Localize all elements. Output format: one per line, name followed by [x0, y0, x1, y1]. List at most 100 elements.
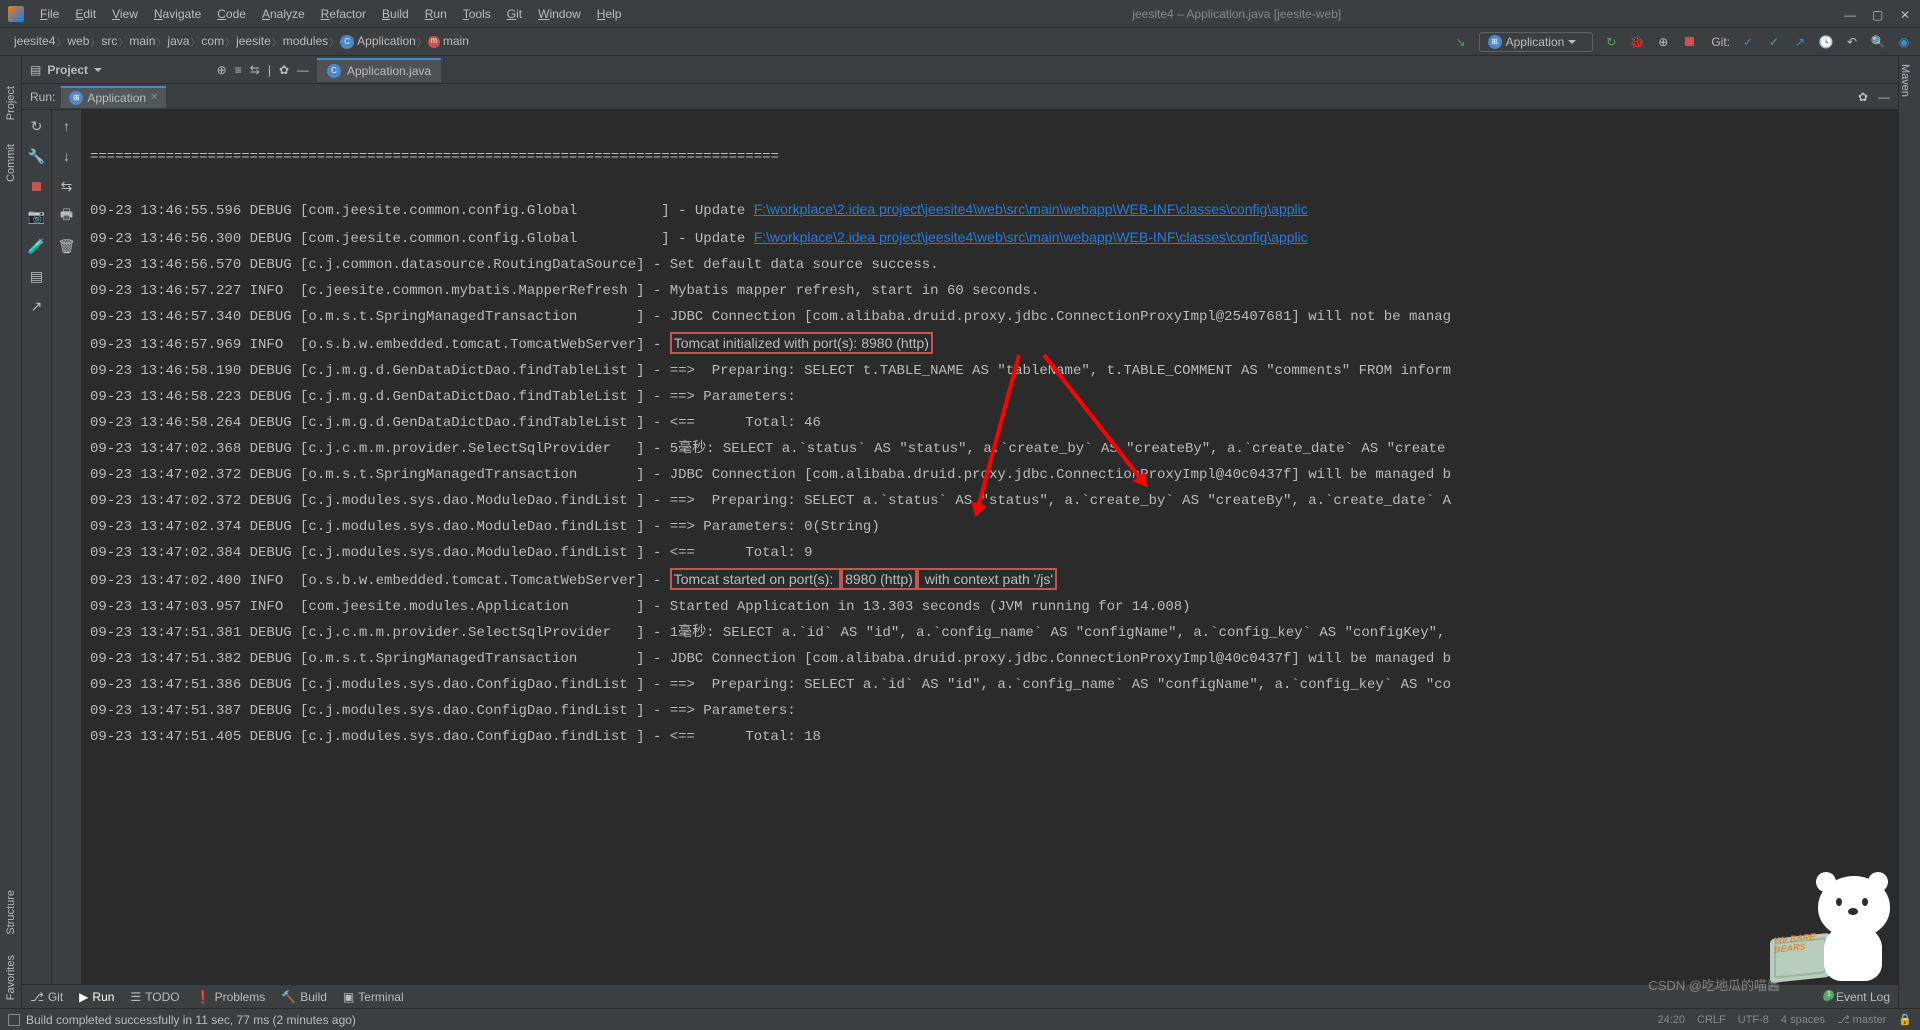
- git-commit-button[interactable]: ✓: [1766, 34, 1782, 50]
- stop-button[interactable]: [1681, 34, 1697, 50]
- breadcrumb-item[interactable]: main: [123, 34, 161, 49]
- tab-build[interactable]: 🔨 Build: [281, 990, 327, 1004]
- coverage-button[interactable]: ⊕: [1655, 34, 1671, 50]
- gear-icon[interactable]: ✿: [279, 63, 289, 77]
- favorites-tool-button[interactable]: Favorites: [5, 955, 17, 1000]
- commit-tool-button[interactable]: Commit: [5, 144, 17, 182]
- down-icon[interactable]: ↓: [57, 146, 77, 166]
- git-history-button[interactable]: 🕓: [1818, 34, 1834, 50]
- dropdown-icon[interactable]: [94, 68, 102, 72]
- maven-tool-button[interactable]: Maven: [1899, 64, 1911, 97]
- hide-icon[interactable]: —: [1878, 90, 1890, 104]
- menu-navigate[interactable]: Navigate: [146, 5, 209, 23]
- notification-badge: 1: [1822, 992, 1832, 1002]
- breadcrumb-item[interactable]: jeesite: [230, 34, 277, 49]
- editor-tab-strip: ▤ Project ⊕ ≡ ⇆ | ✿ — C Application.java: [22, 56, 1898, 84]
- layout-icon[interactable]: ▤: [27, 266, 47, 286]
- annotation-arrow: [1042, 354, 1144, 483]
- settings-button[interactable]: ◉: [1896, 34, 1912, 50]
- debug-button[interactable]: 🐞: [1629, 34, 1645, 50]
- lock-icon[interactable]: 🔒: [1898, 1013, 1912, 1026]
- menu-code[interactable]: Code: [209, 5, 254, 23]
- breadcrumb-item[interactable]: web: [61, 34, 95, 49]
- rerun-button[interactable]: ↻: [27, 116, 47, 136]
- tab-git[interactable]: ⎇ Git: [30, 990, 63, 1004]
- menu-git[interactable]: Git: [499, 5, 530, 23]
- breadcrumb-item[interactable]: src: [95, 34, 123, 49]
- run-tab[interactable]: ⊞ Application ✕: [61, 86, 166, 108]
- app-icon: ⊞: [1488, 35, 1502, 49]
- menu-refactor[interactable]: Refactor: [313, 5, 374, 23]
- tab-todo[interactable]: ☰ TODO: [130, 990, 179, 1004]
- breadcrumb-item[interactable]: java: [161, 34, 195, 49]
- up-icon[interactable]: ↑: [57, 116, 77, 136]
- close-button[interactable]: ✕: [1900, 8, 1912, 20]
- tools-button[interactable]: 🔧: [27, 146, 47, 166]
- menu-run[interactable]: Run: [417, 5, 455, 23]
- build-button[interactable]: ↘: [1453, 34, 1469, 50]
- stop-button[interactable]: [27, 176, 47, 196]
- git-rollback-button[interactable]: ↶: [1844, 34, 1860, 50]
- menu-window[interactable]: Window: [530, 5, 589, 23]
- folder-icon: ▤: [30, 63, 41, 77]
- menu-edit[interactable]: Edit: [67, 5, 104, 23]
- locate-icon[interactable]: ⊕: [217, 63, 227, 77]
- search-everywhere-button[interactable]: 🔍: [1870, 34, 1886, 50]
- console-output[interactable]: ========================================…: [82, 110, 1898, 1008]
- minimize-button[interactable]: —: [1844, 8, 1856, 20]
- watermark: CSDN @吃地瓜的喵酱: [1648, 975, 1780, 994]
- trash-icon[interactable]: 🗑: [57, 236, 77, 256]
- git-update-button[interactable]: ✓: [1740, 34, 1756, 50]
- menu-view[interactable]: View: [104, 5, 146, 23]
- navigation-bar: jeesite4websrcmainjavacomjeesitemodulesC…: [0, 28, 1920, 56]
- git-push-button[interactable]: ↗: [1792, 34, 1808, 50]
- project-panel-title: Project: [47, 63, 88, 77]
- menu-help[interactable]: Help: [589, 5, 630, 23]
- tab-terminal[interactable]: ▣ Terminal: [343, 990, 404, 1004]
- bottom-tool-tabs: ⎇ Git ▶ Run ☰ TODO ❗ Problems 🔨 Build ▣ …: [22, 984, 1898, 1008]
- close-tab-icon[interactable]: ✕: [150, 92, 158, 103]
- file-encoding[interactable]: UTF-8: [1738, 1014, 1769, 1026]
- run-tab-label: Application: [87, 91, 146, 105]
- dropdown-icon: [1568, 40, 1576, 44]
- gear-icon[interactable]: ✿: [1858, 90, 1868, 104]
- app-logo: [8, 6, 24, 22]
- tab-problems[interactable]: ❗ Problems: [196, 990, 266, 1004]
- breadcrumb-item[interactable]: CApplication: [334, 34, 422, 49]
- window-title: jeesite4 – Application.java [jeesite-web…: [629, 7, 1844, 21]
- expand-icon[interactable]: ≡: [235, 63, 242, 77]
- menu-file[interactable]: File: [32, 5, 67, 23]
- breadcrumb-item[interactable]: com: [195, 34, 230, 49]
- hide-icon[interactable]: —: [297, 63, 309, 77]
- git-branch[interactable]: ⎇ master: [1837, 1013, 1886, 1026]
- wrap-icon[interactable]: ⇆: [57, 176, 77, 196]
- menu-build[interactable]: Build: [374, 5, 417, 23]
- breadcrumb-item[interactable]: jeesite4: [8, 34, 61, 49]
- structure-tool-button[interactable]: Structure: [5, 890, 17, 935]
- run-tool-window: Run: ⊞ Application ✕ ✿ — ↻ 🔧 📷 🧪 ▤ ↗ ↑ ↓…: [22, 84, 1898, 1008]
- left-tool-strip: Project Commit Structure Favorites: [0, 56, 22, 1008]
- run-button[interactable]: ↻: [1603, 34, 1619, 50]
- beaker-icon[interactable]: 🧪: [27, 236, 47, 256]
- camera-icon[interactable]: 📷: [27, 206, 47, 226]
- pin-icon[interactable]: ↗: [27, 296, 47, 316]
- breadcrumb-item[interactable]: modules: [277, 34, 334, 49]
- menu-tools[interactable]: Tools: [455, 5, 499, 23]
- line-separator[interactable]: CRLF: [1697, 1014, 1726, 1026]
- project-tool-button[interactable]: Project: [5, 86, 17, 120]
- tool-windows-button[interactable]: [8, 1014, 20, 1026]
- main-menu: FileEditViewNavigateCodeAnalyzeRefactorB…: [32, 5, 629, 23]
- run-configuration-select[interactable]: ⊞ Application: [1479, 32, 1594, 52]
- event-log-button[interactable]: 1 Event Log: [1822, 990, 1890, 1004]
- maximize-button[interactable]: ▢: [1872, 8, 1884, 20]
- status-bar: Build completed successfully in 11 sec, …: [0, 1008, 1920, 1030]
- indent-setting[interactable]: 4 spaces: [1781, 1014, 1825, 1026]
- editor-tab[interactable]: C Application.java: [317, 58, 441, 82]
- divider: |: [268, 63, 271, 77]
- print-icon[interactable]: 🖶: [57, 206, 77, 226]
- breadcrumb-item[interactable]: mmain: [422, 34, 475, 49]
- tab-run[interactable]: ▶ Run: [79, 990, 114, 1004]
- breadcrumbs: jeesite4websrcmainjavacomjeesitemodulesC…: [8, 34, 475, 49]
- menu-analyze[interactable]: Analyze: [254, 5, 313, 23]
- collapse-icon[interactable]: ⇆: [250, 63, 260, 77]
